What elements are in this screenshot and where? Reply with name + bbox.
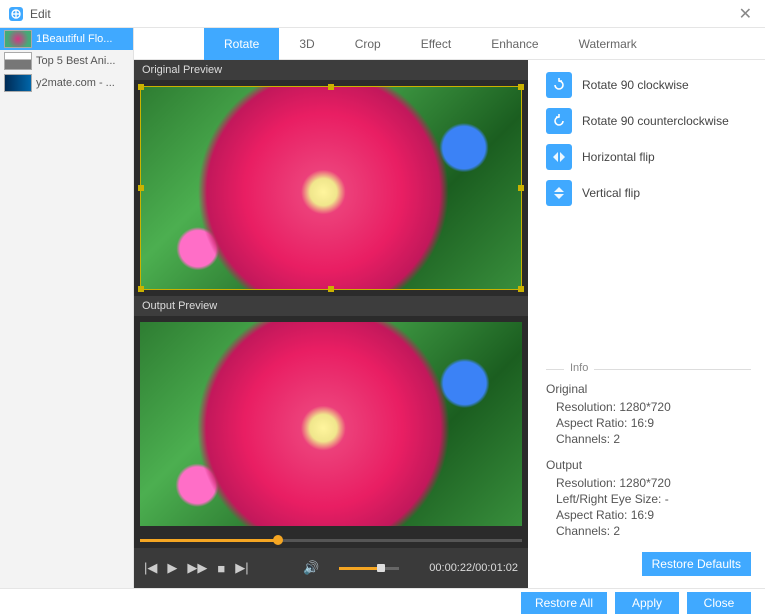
apply-button[interactable]: Apply (615, 592, 679, 614)
rotate-cw-icon (546, 72, 572, 98)
crop-handle[interactable] (328, 286, 334, 292)
rotate-ccw-button[interactable]: Rotate 90 counterclockwise (546, 108, 751, 134)
volume-icon[interactable]: 🔊 (303, 560, 319, 576)
info-line: Channels: 2 (556, 432, 751, 446)
crop-handle[interactable] (518, 185, 524, 191)
info-line: Left/Right Eye Size: - (556, 492, 751, 506)
info-line: Aspect Ratio: 16:9 (556, 416, 751, 430)
horizontal-flip-icon (546, 144, 572, 170)
rotate-label: Rotate 90 clockwise (582, 78, 689, 92)
sidebar-item-label: y2mate.com - ... (36, 77, 129, 89)
rotate-label: Vertical flip (582, 186, 640, 200)
output-preview-label: Output Preview (134, 296, 528, 316)
info-title: Output (546, 458, 751, 472)
output-preview (134, 316, 528, 532)
tab-effect[interactable]: Effect (401, 28, 471, 60)
original-info: Original Resolution: 1280*720 Aspect Rat… (546, 382, 751, 448)
timeline-knob[interactable] (273, 535, 283, 545)
options-panel: Rotate 90 clockwise Rotate 90 counterclo… (528, 60, 765, 588)
fast-forward-button[interactable]: ▶▶ (187, 560, 207, 576)
sidebar-item-label: 1Beautiful Flo... (36, 33, 129, 45)
tab-watermark[interactable]: Watermark (559, 28, 657, 60)
close-icon[interactable]: ✕ (734, 4, 757, 24)
footer: Restore All Apply Close (0, 588, 765, 616)
info-separator: Info (546, 369, 751, 372)
output-info: Output Resolution: 1280*720 Left/Right E… (546, 458, 751, 540)
crop-handle[interactable] (328, 84, 334, 90)
video-frame-image (140, 322, 522, 526)
play-button[interactable]: ▶ (167, 560, 177, 576)
thumbnail-icon (4, 52, 32, 70)
rotate-cw-button[interactable]: Rotate 90 clockwise (546, 72, 751, 98)
tab-3d[interactable]: 3D (279, 28, 334, 60)
info-line: Resolution: 1280*720 (556, 400, 751, 414)
prev-button[interactable]: |◀ (144, 560, 157, 576)
sidebar-item-2[interactable]: y2mate.com - ... (0, 72, 133, 94)
vertical-flip-icon (546, 180, 572, 206)
video-frame-image (141, 87, 521, 289)
crop-handle[interactable] (138, 286, 144, 292)
volume-slider[interactable] (339, 567, 399, 570)
file-sidebar: 1Beautiful Flo... Top 5 Best Ani... y2ma… (0, 28, 134, 588)
tab-rotate[interactable]: Rotate (204, 28, 279, 60)
stop-button[interactable]: ■ (217, 561, 225, 576)
vertical-flip-button[interactable]: Vertical flip (546, 180, 751, 206)
crop-handle[interactable] (138, 185, 144, 191)
rotate-label: Horizontal flip (582, 150, 655, 164)
sidebar-item-1[interactable]: Top 5 Best Ani... (0, 50, 133, 72)
info-header: Info (564, 362, 594, 374)
original-preview[interactable] (134, 80, 528, 296)
next-button[interactable]: ▶| (235, 560, 248, 576)
preview-column: Original Preview Output Preview (134, 60, 528, 588)
tab-enhance[interactable]: Enhance (471, 28, 558, 60)
info-line: Aspect Ratio: 16:9 (556, 508, 751, 522)
app-logo-icon (8, 6, 24, 22)
rotate-label: Rotate 90 counterclockwise (582, 114, 729, 128)
window-title: Edit (30, 7, 51, 21)
thumbnail-icon (4, 30, 32, 48)
tab-bar: Rotate 3D Crop Effect Enhance Watermark (134, 28, 765, 60)
thumbnail-icon (4, 74, 32, 92)
restore-defaults-button[interactable]: Restore Defaults (642, 552, 751, 576)
player-controls: |◀ ▶ ▶▶ ■ ▶| 🔊 00:00:22/00:01:02 (134, 548, 528, 588)
sidebar-item-label: Top 5 Best Ani... (36, 55, 129, 67)
rotate-ccw-icon (546, 108, 572, 134)
sidebar-item-0[interactable]: 1Beautiful Flo... (0, 28, 133, 50)
timeline[interactable] (134, 532, 528, 548)
info-line: Resolution: 1280*720 (556, 476, 751, 490)
titlebar: Edit ✕ (0, 0, 765, 28)
tab-crop[interactable]: Crop (335, 28, 401, 60)
crop-handle[interactable] (518, 286, 524, 292)
close-button[interactable]: Close (687, 592, 751, 614)
crop-handle[interactable] (138, 84, 144, 90)
original-preview-label: Original Preview (134, 60, 528, 80)
time-display: 00:00:22/00:01:02 (429, 562, 518, 574)
info-line: Channels: 2 (556, 524, 751, 538)
info-title: Original (546, 382, 751, 396)
restore-all-button[interactable]: Restore All (521, 592, 607, 614)
horizontal-flip-button[interactable]: Horizontal flip (546, 144, 751, 170)
crop-handle[interactable] (518, 84, 524, 90)
